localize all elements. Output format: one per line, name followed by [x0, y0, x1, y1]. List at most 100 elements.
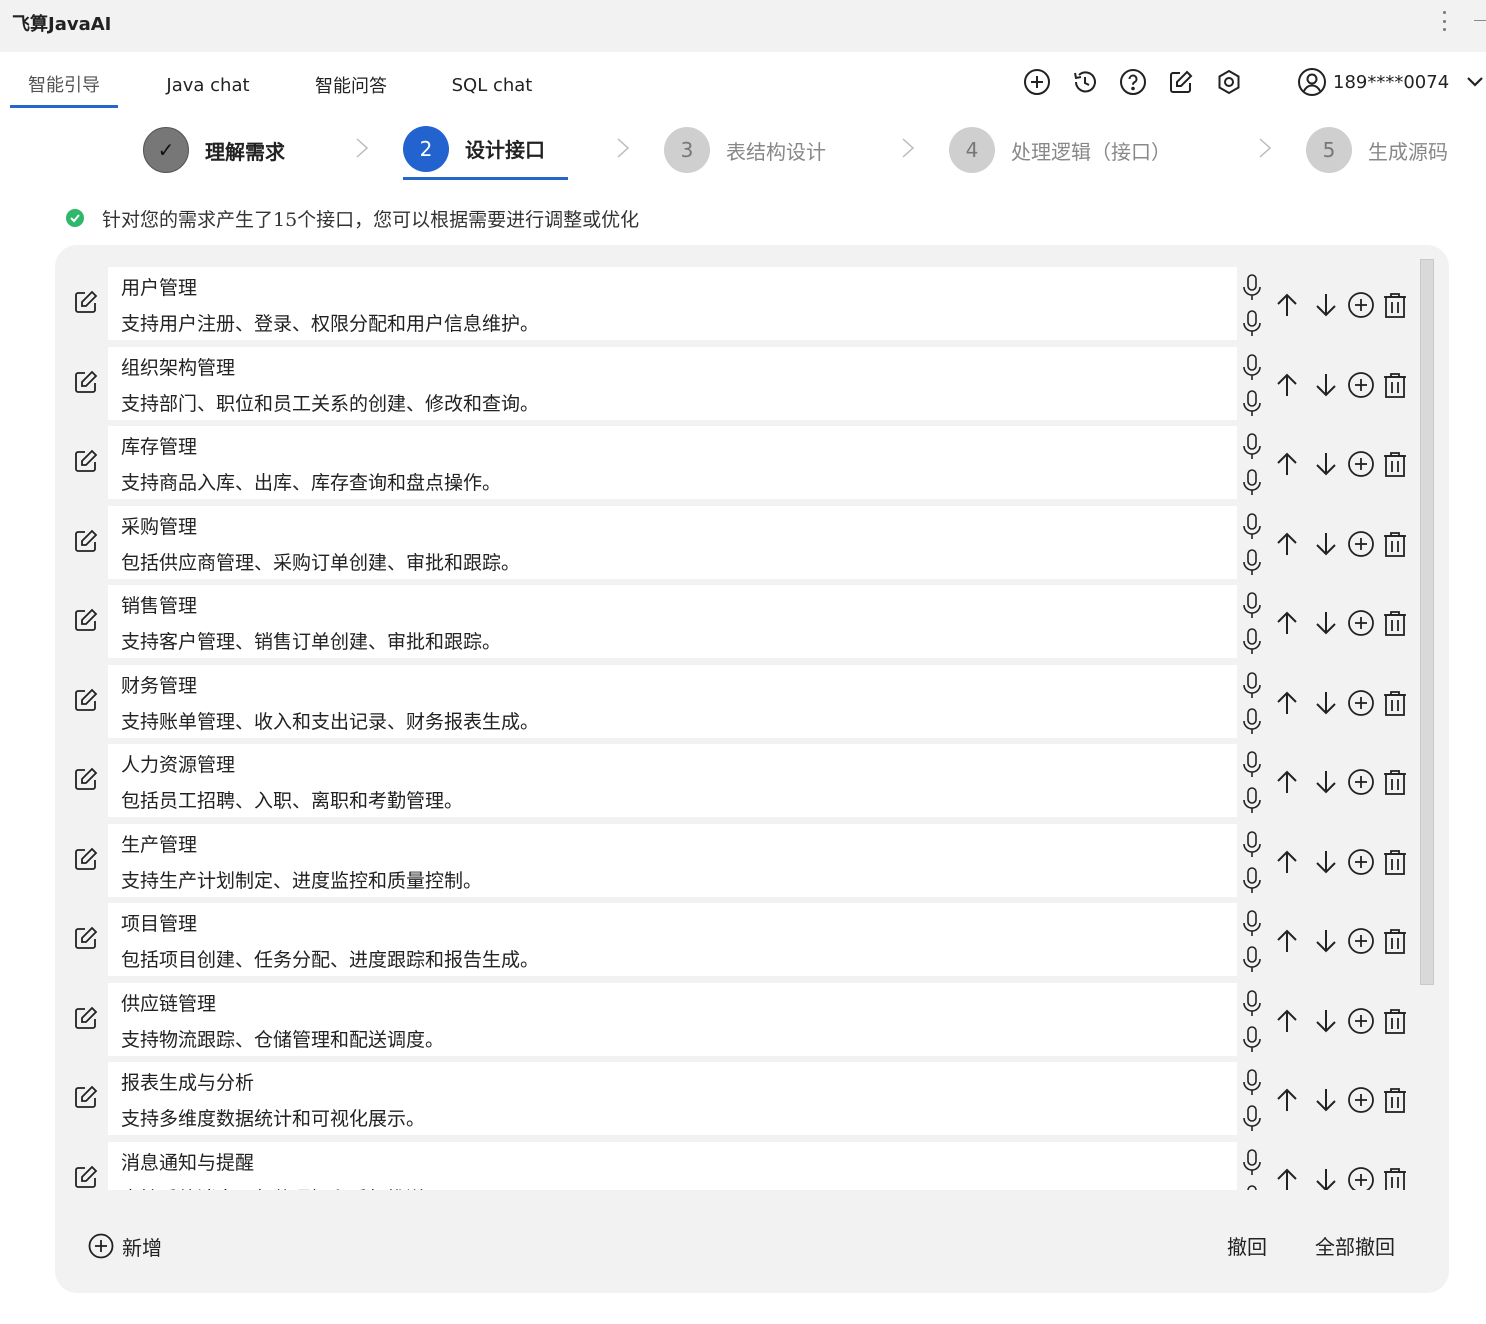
- interface-card[interactable]: 消息通知与提醒支持系统消息、邮件通知和手机推送。: [108, 1141, 1237, 1190]
- microphone-icon[interactable]: [1241, 707, 1263, 737]
- interface-card[interactable]: 采购管理 包括供应商管理、采购订单创建、审批和跟踪。: [108, 505, 1237, 579]
- microphone-icon[interactable]: [1241, 866, 1263, 896]
- tab-sql-chat[interactable]: SQL chat: [444, 62, 540, 108]
- move-up-icon[interactable]: [1273, 848, 1301, 876]
- delete-trash-icon[interactable]: [1381, 1086, 1409, 1114]
- edit-icon[interactable]: [73, 766, 99, 792]
- edit-icon[interactable]: [73, 528, 99, 554]
- microphone-icon[interactable]: [1241, 945, 1263, 975]
- move-up-icon[interactable]: [1273, 689, 1301, 717]
- microphone-icon[interactable]: [1241, 909, 1263, 939]
- microphone-icon[interactable]: [1241, 786, 1263, 816]
- microphone-icon[interactable]: [1241, 750, 1263, 780]
- move-up-icon[interactable]: [1273, 530, 1301, 558]
- history-icon[interactable]: [1071, 68, 1099, 96]
- microphone-icon[interactable]: [1241, 468, 1263, 498]
- help-icon[interactable]: [1119, 68, 1147, 96]
- interface-card[interactable]: 人力资源管理 包括员工招聘、入职、离职和考勤管理。: [108, 744, 1237, 817]
- move-up-icon[interactable]: [1273, 1007, 1301, 1035]
- edit-icon[interactable]: [73, 1005, 99, 1031]
- interface-card[interactable]: 销售管理 支持客户管理、销售订单创建、审批和跟踪。: [108, 585, 1237, 658]
- delete-trash-icon[interactable]: [1381, 927, 1409, 955]
- interface-card[interactable]: 生产管理 支持生产计划制定、进度监控和质量控制。: [108, 823, 1237, 897]
- delete-trash-icon[interactable]: [1381, 689, 1409, 717]
- edit-icon[interactable]: [73, 925, 99, 951]
- microphone-icon[interactable]: [1241, 353, 1263, 383]
- step-processing-logic[interactable]: 4 处理逻辑（接口）: [949, 120, 1171, 180]
- delete-trash-icon[interactable]: [1381, 450, 1409, 478]
- insert-plus-icon[interactable]: [1347, 1086, 1375, 1114]
- edit-icon[interactable]: [73, 448, 99, 474]
- interface-card[interactable]: 用户管理 支持用户注册、登录、权限分配和用户信息维护。: [108, 267, 1237, 340]
- settings-icon[interactable]: [1215, 68, 1243, 96]
- delete-trash-icon[interactable]: [1381, 1166, 1409, 1190]
- edit-icon[interactable]: [73, 1164, 99, 1190]
- move-up-icon[interactable]: [1273, 1086, 1301, 1114]
- microphone-icon[interactable]: [1241, 1104, 1263, 1134]
- add-interface-button[interactable]: 新增: [88, 1231, 162, 1261]
- microphone-icon[interactable]: [1241, 627, 1263, 657]
- insert-plus-icon[interactable]: [1347, 1166, 1375, 1190]
- interface-card[interactable]: 报表生成与分析 支持多维度数据统计和可视化展示。: [108, 1062, 1237, 1135]
- move-down-icon[interactable]: [1312, 1166, 1340, 1190]
- delete-trash-icon[interactable]: [1381, 291, 1409, 319]
- undo-button[interactable]: 撤回: [1227, 1231, 1267, 1260]
- move-up-icon[interactable]: [1273, 291, 1301, 319]
- microphone-icon[interactable]: [1241, 1025, 1263, 1055]
- insert-plus-icon[interactable]: [1347, 450, 1375, 478]
- insert-plus-icon[interactable]: [1347, 927, 1375, 955]
- interface-card[interactable]: 组织架构管理 支持部门、职位和员工关系的创建、修改和查询。: [108, 346, 1237, 420]
- move-down-icon[interactable]: [1312, 609, 1340, 637]
- microphone-icon[interactable]: [1241, 389, 1263, 419]
- move-down-icon[interactable]: [1312, 1086, 1340, 1114]
- account-menu[interactable]: 189****0074: [1297, 66, 1485, 98]
- delete-trash-icon[interactable]: [1381, 371, 1409, 399]
- minimize-icon[interactable]: [1474, 20, 1486, 21]
- tab-smart-qa[interactable]: 智能问答: [306, 62, 396, 108]
- delete-trash-icon[interactable]: [1381, 1007, 1409, 1035]
- microphone-icon[interactable]: [1241, 591, 1263, 621]
- move-down-icon[interactable]: [1312, 291, 1340, 319]
- move-up-icon[interactable]: [1273, 450, 1301, 478]
- move-down-icon[interactable]: [1312, 450, 1340, 478]
- tab-java-chat[interactable]: Java chat: [158, 62, 258, 108]
- insert-plus-icon[interactable]: [1347, 609, 1375, 637]
- edit-icon[interactable]: [73, 289, 99, 315]
- scrollbar[interactable]: [1420, 259, 1434, 985]
- move-down-icon[interactable]: [1312, 371, 1340, 399]
- insert-plus-icon[interactable]: [1347, 1007, 1375, 1035]
- interface-card[interactable]: 项目管理 包括项目创建、任务分配、进度跟踪和报告生成。: [108, 903, 1237, 976]
- interface-card[interactable]: 供应链管理 支持物流跟踪、仓储管理和配送调度。: [108, 982, 1237, 1056]
- move-down-icon[interactable]: [1312, 927, 1340, 955]
- move-up-icon[interactable]: [1273, 927, 1301, 955]
- chevron-down-icon[interactable]: [1465, 72, 1485, 92]
- insert-plus-icon[interactable]: [1347, 371, 1375, 399]
- interface-card[interactable]: 财务管理 支持账单管理、收入和支出记录、财务报表生成。: [108, 664, 1237, 738]
- move-down-icon[interactable]: [1312, 689, 1340, 717]
- move-up-icon[interactable]: [1273, 768, 1301, 796]
- insert-plus-icon[interactable]: [1347, 291, 1375, 319]
- move-down-icon[interactable]: [1312, 768, 1340, 796]
- edit-icon[interactable]: [73, 607, 99, 633]
- microphone-icon[interactable]: [1241, 309, 1263, 339]
- move-up-icon[interactable]: [1273, 1166, 1301, 1190]
- delete-trash-icon[interactable]: [1381, 768, 1409, 796]
- microphone-icon[interactable]: [1241, 432, 1263, 462]
- edit-icon[interactable]: [73, 846, 99, 872]
- delete-trash-icon[interactable]: [1381, 530, 1409, 558]
- insert-plus-icon[interactable]: [1347, 848, 1375, 876]
- move-up-icon[interactable]: [1273, 371, 1301, 399]
- more-options-icon[interactable]: [1436, 8, 1452, 34]
- step-understand-requirements[interactable]: ✓ 理解需求: [143, 120, 285, 180]
- edit-icon[interactable]: [1167, 68, 1195, 96]
- microphone-icon[interactable]: [1241, 671, 1263, 701]
- microphone-icon[interactable]: [1241, 273, 1263, 303]
- move-down-icon[interactable]: [1312, 1007, 1340, 1035]
- interface-card[interactable]: 库存管理 支持商品入库、出库、库存查询和盘点操作。: [108, 426, 1237, 499]
- insert-plus-icon[interactable]: [1347, 768, 1375, 796]
- edit-icon[interactable]: [73, 1084, 99, 1110]
- microphone-icon[interactable]: [1241, 1148, 1263, 1178]
- microphone-icon[interactable]: [1241, 548, 1263, 578]
- microphone-icon[interactable]: [1241, 830, 1263, 860]
- delete-trash-icon[interactable]: [1381, 848, 1409, 876]
